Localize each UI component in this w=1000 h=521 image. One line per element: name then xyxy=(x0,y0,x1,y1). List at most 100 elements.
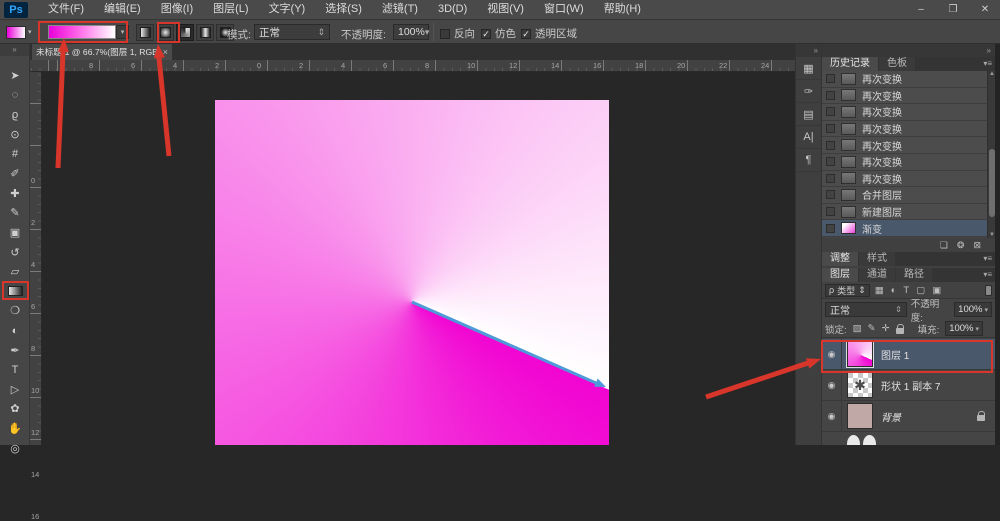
path-selection-tool[interactable]: ▷ xyxy=(0,380,30,400)
history-source-checkbox[interactable] xyxy=(826,224,835,233)
layer-row-layer-1[interactable]: ◉ 图层 1 xyxy=(822,339,995,370)
layer-thumbnail[interactable] xyxy=(847,403,873,429)
layer-name[interactable]: 图层 1 xyxy=(881,347,909,362)
menu-3d[interactable]: 3D(D) xyxy=(428,0,477,19)
clone-source-panel-icon[interactable]: ▤ xyxy=(796,103,821,126)
layer-name[interactable]: 形状 1 副本 7 xyxy=(881,378,940,393)
history-brush-tool[interactable]: ↺ xyxy=(0,242,30,262)
blend-mode-select[interactable]: 正常 ⇕ xyxy=(254,24,330,40)
history-step[interactable]: 合并图层 xyxy=(822,187,987,204)
history-source-checkbox[interactable] xyxy=(826,157,835,166)
history-source-checkbox[interactable] xyxy=(826,207,835,216)
lock-all-icon[interactable] xyxy=(896,328,904,334)
menu-help[interactable]: 帮助(H) xyxy=(594,0,651,19)
new-snapshot-icon[interactable]: ❂ xyxy=(957,240,965,251)
move-tool[interactable]: ➤ xyxy=(0,66,30,86)
dock-collapse-icon[interactable]: » xyxy=(796,44,821,57)
eraser-tool[interactable]: ▱ xyxy=(0,262,30,282)
panel-dock-collapse-icon[interactable]: » xyxy=(822,44,995,57)
history-step[interactable]: 再次变换 xyxy=(822,121,987,138)
history-source-checkbox[interactable] xyxy=(826,124,835,133)
tab-close-icon[interactable]: × xyxy=(163,47,168,57)
reflected-gradient-button[interactable] xyxy=(196,24,214,41)
history-source-checkbox[interactable] xyxy=(826,107,835,116)
tab-styles[interactable]: 样式 xyxy=(859,252,895,266)
gradient-preview[interactable] xyxy=(48,25,116,39)
zoom-tool[interactable]: ◎ xyxy=(0,438,30,458)
transparency-checkbox[interactable]: ✓ 透明区域 xyxy=(521,26,577,41)
history-source-checkbox[interactable] xyxy=(826,141,835,150)
gradient-picker-dropdown[interactable]: ▾ xyxy=(116,25,129,39)
panel-menu-icon[interactable]: ▾≡ xyxy=(983,270,992,279)
quick-selection-tool[interactable]: ⊙ xyxy=(0,125,30,145)
close-button[interactable]: ✕ xyxy=(978,4,992,15)
history-source-checkbox[interactable] xyxy=(826,74,835,83)
filter-pixel-layers-icon[interactable]: ▦ xyxy=(875,285,884,296)
lasso-tool[interactable]: ϱ xyxy=(0,105,30,125)
history-step[interactable]: 再次变换 xyxy=(822,171,987,188)
filter-type-layers-icon[interactable]: T xyxy=(903,285,909,296)
brush-tool[interactable]: ✎ xyxy=(0,203,30,223)
document-tab[interactable]: 未标题-1 @ 66.7%(图层 1, RGB/8) * × xyxy=(32,44,172,60)
visibility-eye-icon[interactable]: ◉ xyxy=(822,339,842,369)
menu-file[interactable]: 文件(F) xyxy=(38,0,94,19)
tool-preset-picker[interactable]: ▾ xyxy=(6,24,40,40)
radial-gradient-button[interactable] xyxy=(156,24,174,41)
history-step[interactable]: 再次变换 xyxy=(822,88,987,105)
visibility-eye-icon[interactable]: ◉ xyxy=(822,370,842,400)
history-step[interactable]: 再次变换 xyxy=(822,154,987,171)
eyedropper-tool[interactable]: ✐ xyxy=(0,164,30,184)
history-step[interactable]: 新建图层 xyxy=(822,204,987,221)
clone-stamp-tool[interactable]: ▣ xyxy=(0,223,30,243)
opacity-select[interactable]: 100% ▾ xyxy=(393,24,429,40)
paragraph-panel-icon[interactable]: ¶ xyxy=(796,149,821,172)
layer-row-shape-copy[interactable]: ◉ ✱ 形状 1 副本 7 xyxy=(822,370,995,401)
restore-button[interactable]: ❐ xyxy=(946,4,960,15)
layer-filter-kind-select[interactable]: ρ 类型 ⇕ xyxy=(825,284,870,297)
blur-tool[interactable]: ❍ xyxy=(0,301,30,321)
type-tool[interactable]: T xyxy=(0,360,30,380)
tab-adjustments[interactable]: 调整 xyxy=(822,252,858,266)
filter-adjustment-layers-icon[interactable]: ◐ xyxy=(891,285,897,296)
menu-view[interactable]: 视图(V) xyxy=(477,0,534,19)
crop-tool[interactable]: # xyxy=(0,144,30,164)
new-document-from-state-icon[interactable]: ❏ xyxy=(940,240,948,251)
brush-presets-panel-icon[interactable]: ✑ xyxy=(796,80,821,103)
reverse-checkbox[interactable]: 反向 xyxy=(440,26,475,41)
filter-smart-objects-icon[interactable]: ▣ xyxy=(932,285,941,296)
menu-type[interactable]: 文字(Y) xyxy=(259,0,316,19)
history-source-checkbox[interactable] xyxy=(826,174,835,183)
canvas[interactable] xyxy=(215,100,609,445)
menu-select[interactable]: 选择(S) xyxy=(315,0,372,19)
tab-swatches[interactable]: 色板 xyxy=(879,57,915,71)
horizontal-ruler[interactable]: 864202468101214161820222426 xyxy=(30,60,795,72)
layer-row-partial[interactable] xyxy=(822,432,995,445)
layer-thumbnail[interactable] xyxy=(847,341,873,367)
angle-gradient-button[interactable] xyxy=(176,24,194,41)
menu-edit[interactable]: 编辑(E) xyxy=(94,0,151,19)
filter-shape-layers-icon[interactable]: ▢ xyxy=(916,285,925,296)
fill-select[interactable]: 100% ▾ xyxy=(945,321,983,336)
filter-toggle[interactable] xyxy=(985,285,992,296)
tab-paths[interactable]: 路径 xyxy=(896,268,932,282)
gradient-tool[interactable]: ▬ xyxy=(0,282,30,302)
lock-image-pixels-icon[interactable]: ✎ xyxy=(868,323,876,334)
menu-layer[interactable]: 图层(L) xyxy=(203,0,258,19)
layers-blend-mode-select[interactable]: 正常 ⇕ xyxy=(825,302,907,317)
lock-position-icon[interactable]: ✛ xyxy=(882,323,890,334)
history-step[interactable]: 渐变 xyxy=(822,220,987,237)
custom-shape-tool[interactable]: ✿ xyxy=(0,399,30,419)
panel-menu-icon[interactable]: ▾≡ xyxy=(983,254,992,263)
dodge-tool[interactable]: ◐ xyxy=(0,321,30,341)
history-source-checkbox[interactable] xyxy=(826,190,835,199)
linear-gradient-button[interactable] xyxy=(136,24,154,41)
toolbar-collapse-icon[interactable]: » xyxy=(0,44,29,56)
marquee-tool[interactable]: ◌ xyxy=(0,86,30,106)
delete-state-icon[interactable]: ⊠ xyxy=(973,240,981,251)
tab-history[interactable]: 历史记录 xyxy=(822,57,878,71)
character-panel-icon[interactable]: A| xyxy=(796,126,821,149)
layer-row-background[interactable]: ◉ 背景 xyxy=(822,401,995,432)
lock-transparent-pixels-icon[interactable]: ▨ xyxy=(853,323,862,334)
history-step[interactable]: 再次变换 xyxy=(822,137,987,154)
history-scrollbar[interactable]: ▲ ▼ xyxy=(987,71,995,238)
